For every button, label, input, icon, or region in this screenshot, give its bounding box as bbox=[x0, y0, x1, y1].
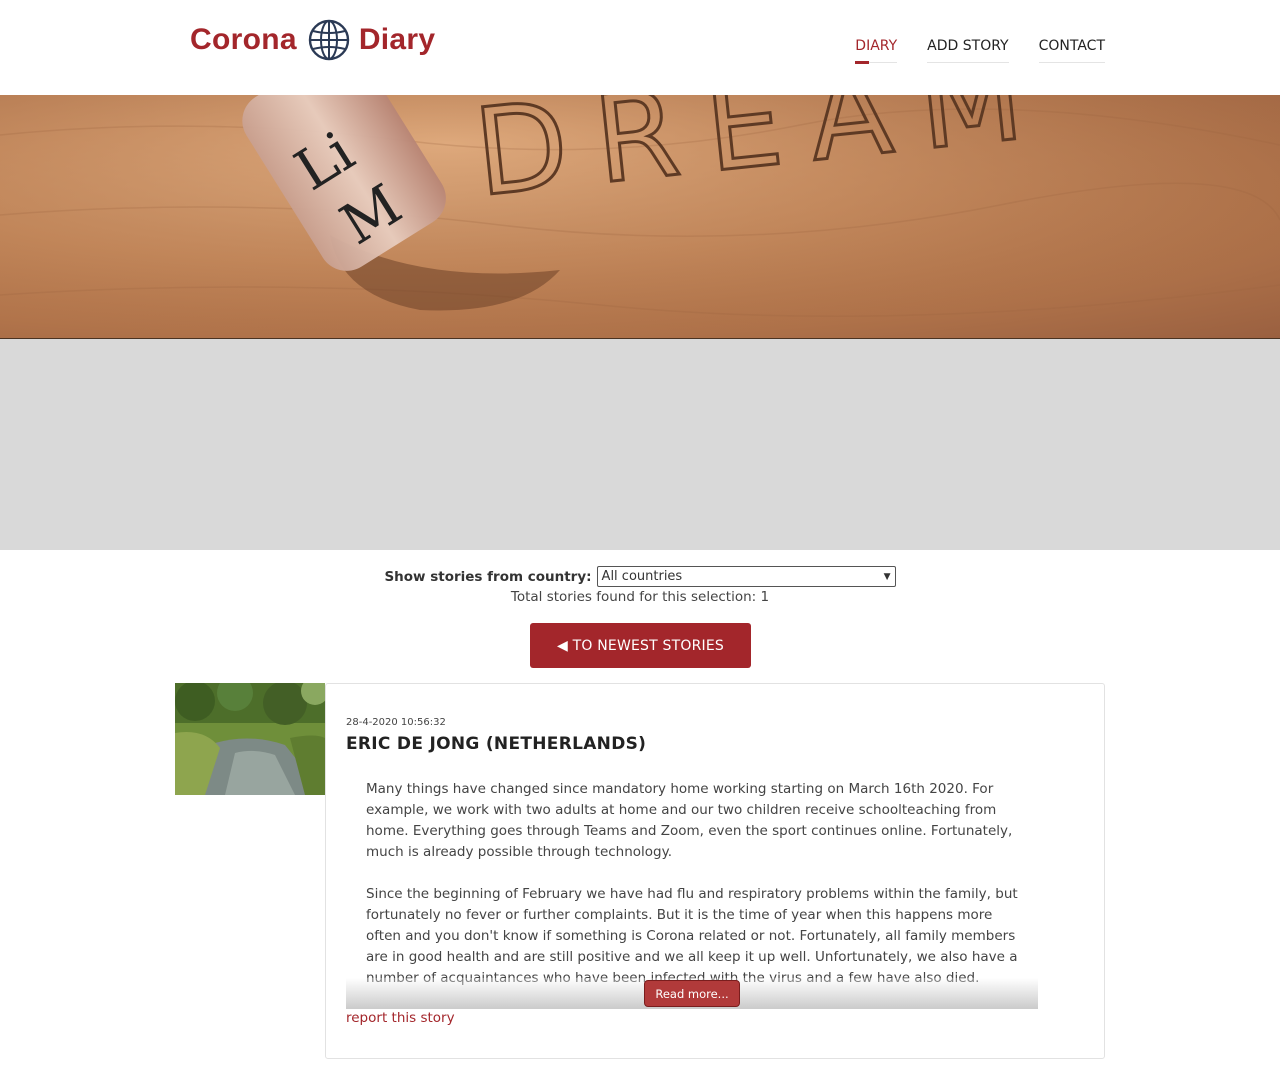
chevron-down-icon: ▼ bbox=[883, 571, 891, 582]
country-select[interactable]: All countries ▼ bbox=[596, 566, 896, 587]
story-date: 28-4-2020 10:56:32 bbox=[346, 717, 446, 728]
story-thumbnail[interactable] bbox=[175, 683, 325, 795]
story-body: Many things have changed since mandatory… bbox=[366, 779, 1026, 1008]
country-select-value: All countries bbox=[601, 569, 683, 584]
read-more-button[interactable]: Read more... bbox=[644, 980, 740, 1007]
site-logo[interactable]: Corona Diary bbox=[190, 16, 435, 64]
hero-banner-image: Li M DREAM bbox=[0, 95, 1280, 339]
story-paragraph: Since the beginning of February we have … bbox=[366, 886, 1018, 986]
report-story-link[interactable]: report this story bbox=[346, 1010, 455, 1026]
globe-icon bbox=[308, 19, 350, 61]
story-paragraph: Many things have changed since mandatory… bbox=[366, 781, 1013, 860]
to-newest-stories-button[interactable]: ◀ TO NEWEST STORIES bbox=[530, 623, 751, 668]
river-photo bbox=[175, 683, 325, 795]
logo-text-corona: Corona bbox=[190, 23, 297, 56]
story-title: ERIC DE JONG (NETHERLANDS) bbox=[346, 734, 647, 754]
nav-add-story[interactable]: ADD STORY bbox=[927, 38, 1009, 63]
logo-text-diary: Diary bbox=[358, 23, 436, 56]
nav-contact[interactable]: CONTACT bbox=[1038, 38, 1105, 63]
ad-placeholder-band bbox=[0, 339, 1280, 550]
main-nav: DIARY ADD STORY CONTACT bbox=[855, 38, 1105, 64]
nav-diary[interactable]: DIARY bbox=[855, 38, 898, 64]
site-header: Corona Diary DIARY ADD STORY CONTACT bbox=[0, 0, 1280, 95]
total-stories-text: Total stories found for this selection: … bbox=[510, 589, 770, 605]
filter-label: Show stories from country: bbox=[384, 568, 592, 585]
country-filter: Show stories from country: All countries… bbox=[0, 566, 1280, 587]
sand-dream-illustration: Li M DREAM bbox=[0, 95, 1280, 338]
